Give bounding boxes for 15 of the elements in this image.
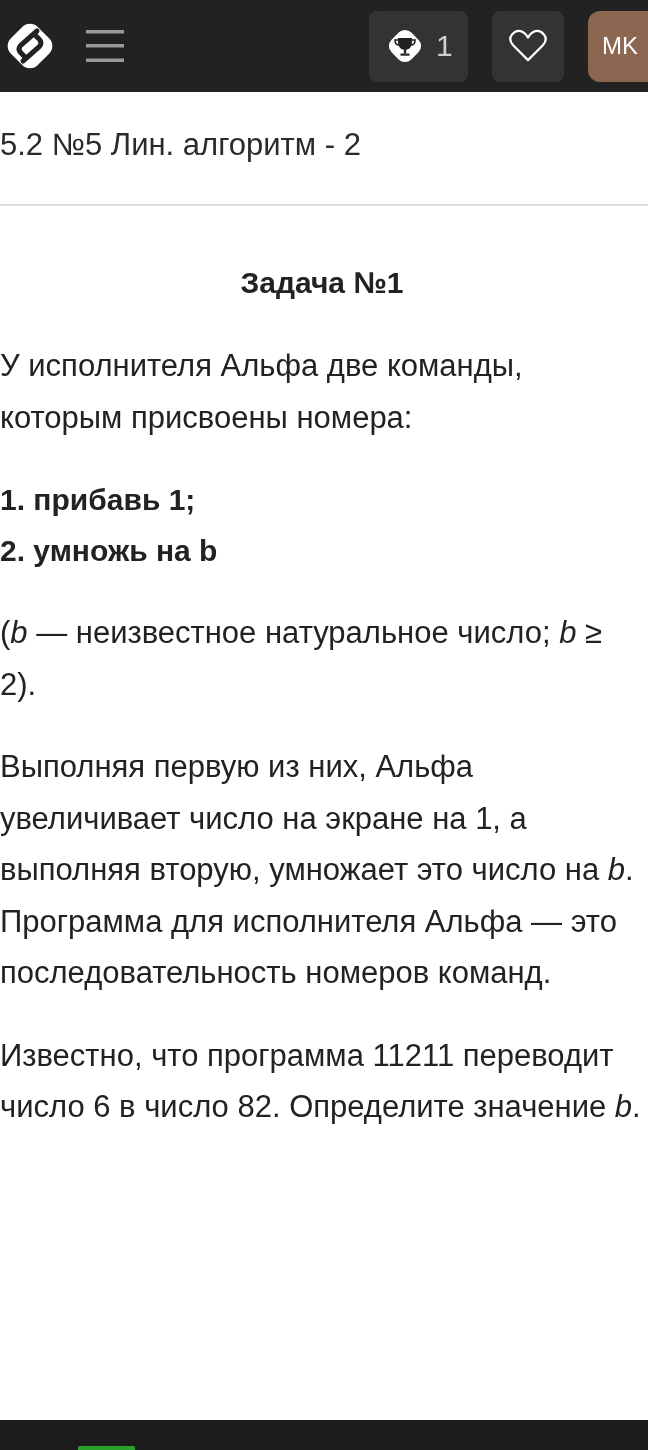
lesson-title: 5.2 №5 Лин. алгоритм - 2 xyxy=(0,128,361,162)
heart-icon xyxy=(508,29,548,63)
trophy-button[interactable]: 1 xyxy=(369,10,468,82)
task-heading: Задача №1 xyxy=(239,266,405,300)
menu-icon xyxy=(86,30,124,62)
avatar-button[interactable]: MK xyxy=(588,10,648,82)
task-paragraph: Известно, что программа 11211 переводит число 6 в число 82. Определите значение b. xyxy=(0,1036,642,1126)
favorites-button[interactable] xyxy=(492,10,564,82)
menu-button[interactable] xyxy=(86,30,124,62)
task-paragraph: У исполнителя Альфа две команды, которым присвоены номера: xyxy=(0,347,524,437)
command-item: 2. умножь на b xyxy=(0,533,218,569)
task-paragraph: (b — неизвестное натуральное число; b ≥ 2). xyxy=(0,614,604,704)
command-item: 1. прибавь 1; xyxy=(0,482,196,518)
status-indicator xyxy=(78,1446,135,1450)
task-paragraph: Выполняя первую из них, Альфа увеличивает число на экране на 1, а выполняя вторую, умножает это число на b. Программа для исполнителя Альфа — это последовательность номеров команд. xyxy=(0,748,635,992)
